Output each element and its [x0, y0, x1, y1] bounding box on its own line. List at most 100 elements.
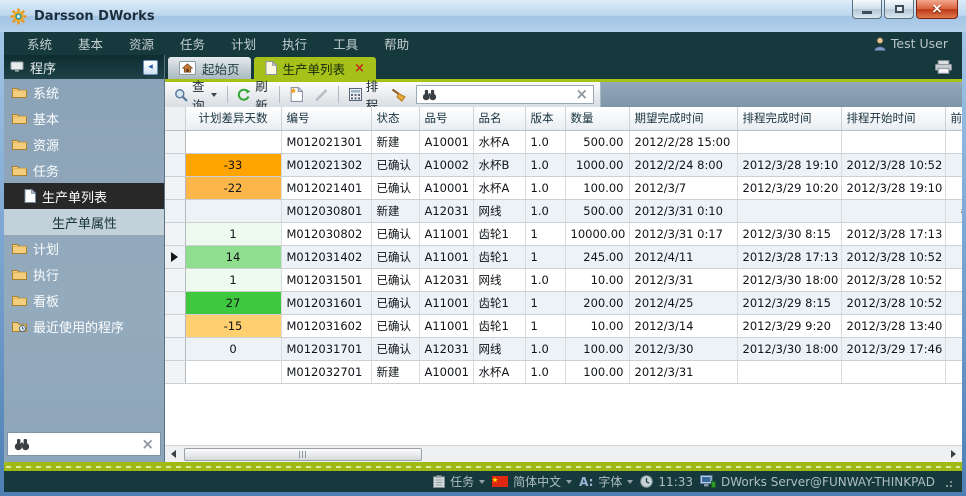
toolbar-search-box[interactable]: × [416, 85, 594, 104]
sidebar-item-6[interactable]: 生产单属性 [4, 209, 164, 235]
scrollbar-thumb[interactable] [184, 448, 422, 461]
cell-sched-end[interactable]: 2012/3/28 19:10 [737, 153, 841, 176]
scroll-left-button[interactable] [165, 446, 182, 462]
language-menu[interactable]: 简体中文 [492, 473, 572, 490]
sidebar-search-box[interactable]: × [7, 432, 161, 456]
cell-sched-end[interactable]: 2012/3/30 18:00 [737, 268, 841, 291]
cell-order-no[interactable]: M012031602 [281, 314, 371, 337]
cell-extra[interactable] [945, 360, 962, 383]
menu-item-4[interactable]: 任务 [167, 32, 218, 55]
cell-extra[interactable] [945, 268, 962, 291]
menu-item-3[interactable]: 资源 [116, 32, 167, 55]
cell-quantity[interactable]: 100.00 [565, 176, 629, 199]
cell-plan-diff-days[interactable] [185, 130, 281, 153]
cell-plan-diff-days[interactable]: 14 [185, 245, 281, 268]
cell-version[interactable]: 1 [525, 245, 565, 268]
cell-plan-diff-days[interactable]: -33 [185, 153, 281, 176]
sidebar-item-10[interactable]: 最近使用的程序 [4, 313, 164, 339]
menu-item-7[interactable]: 工具 [320, 32, 371, 55]
cell-extra[interactable] [945, 245, 962, 268]
column-header-2[interactable]: 编号 [281, 107, 371, 130]
cell-order-no[interactable]: M012031402 [281, 245, 371, 268]
minimize-button[interactable] [852, 0, 882, 19]
cell-item-no[interactable]: A12031 [419, 199, 473, 222]
cell-extra[interactable] [945, 130, 962, 153]
row-selector[interactable] [165, 360, 185, 383]
cell-plan-diff-days[interactable]: 27 [185, 291, 281, 314]
cell-item-no[interactable]: A12031 [419, 337, 473, 360]
menu-item-6[interactable]: 执行 [269, 32, 320, 55]
font-menu[interactable]: A: 字体 [579, 473, 633, 490]
cell-sched-end[interactable] [737, 130, 841, 153]
cell-sched-start[interactable]: 2012/3/29 17:46 [841, 337, 945, 360]
cell-status[interactable]: 已确认 [371, 153, 419, 176]
cell-sched-start[interactable]: 2012/3/28 17:13 [841, 222, 945, 245]
cell-version[interactable]: 1.0 [525, 337, 565, 360]
cell-item-name[interactable]: 网线 [473, 337, 525, 360]
cell-sched-start[interactable]: 2012/3/28 10:52 [841, 153, 945, 176]
cell-quantity[interactable]: 200.00 [565, 291, 629, 314]
cell-order-no[interactable]: M012021302 [281, 153, 371, 176]
cell-item-no[interactable]: A10002 [419, 153, 473, 176]
cell-item-name[interactable]: 齿轮1 [473, 222, 525, 245]
cell-sched-end[interactable]: 2012/3/29 8:15 [737, 291, 841, 314]
cell-due-time[interactable]: 2012/3/31 0:10 [629, 199, 737, 222]
menu-item-1[interactable]: 系统 [14, 32, 65, 55]
sidebar-item-5[interactable]: 生产单列表 [4, 183, 164, 209]
cell-plan-diff-days[interactable]: -22 [185, 176, 281, 199]
cell-sched-end[interactable]: 2012/3/28 17:13 [737, 245, 841, 268]
language-dropdown-icon[interactable] [566, 480, 572, 484]
cell-quantity[interactable]: 500.00 [565, 199, 629, 222]
cell-sched-end[interactable]: 2012/3/30 18:00 [737, 337, 841, 360]
sidebar-item-9[interactable]: 看板 [4, 287, 164, 313]
cell-sched-end[interactable]: 2012/3/30 8:15 [737, 222, 841, 245]
row-selector[interactable] [165, 337, 185, 360]
cell-plan-diff-days[interactable]: -15 [185, 314, 281, 337]
column-header-4[interactable]: 品号 [419, 107, 473, 130]
cell-plan-diff-days[interactable]: 1 [185, 268, 281, 291]
cell-order-no[interactable]: M012031601 [281, 291, 371, 314]
cell-version[interactable]: 1.0 [525, 153, 565, 176]
cell-version[interactable]: 1.0 [525, 176, 565, 199]
sidebar-item-2[interactable]: 基本 [4, 105, 164, 131]
row-selector[interactable] [165, 176, 185, 199]
column-header-5[interactable]: 品名 [473, 107, 525, 130]
cell-extra[interactable] [945, 153, 962, 176]
task-menu[interactable]: 任务 [433, 473, 485, 490]
resize-grip[interactable] [942, 477, 952, 487]
row-selector[interactable] [165, 314, 185, 337]
cell-sched-start[interactable]: 2012/3/28 19:10 [841, 176, 945, 199]
column-header-9[interactable]: 排程完成时间 [737, 107, 841, 130]
cell-due-time[interactable]: 2012/3/14 [629, 314, 737, 337]
cell-item-no[interactable]: A11001 [419, 291, 473, 314]
cell-status[interactable]: 新建 [371, 360, 419, 383]
column-header-11[interactable]: 前 [945, 107, 962, 130]
cell-due-time[interactable]: 2012/2/28 15:00 [629, 130, 737, 153]
cell-quantity[interactable]: 100.00 [565, 337, 629, 360]
cell-order-no[interactable]: M012021301 [281, 130, 371, 153]
cell-due-time[interactable]: 2012/3/31 0:17 [629, 222, 737, 245]
edit-button-disabled[interactable] [311, 87, 331, 103]
menu-item-5[interactable]: 计划 [218, 32, 269, 55]
column-header-6[interactable]: 版本 [525, 107, 565, 130]
cell-plan-diff-days[interactable] [185, 199, 281, 222]
cell-sched-start[interactable]: 2012/3/28 10:52 [841, 291, 945, 314]
row-selector[interactable] [165, 291, 185, 314]
cell-version[interactable]: 1 [525, 314, 565, 337]
cell-sched-start[interactable]: 2012/3/28 10:52 [841, 245, 945, 268]
cell-version[interactable]: 1.0 [525, 360, 565, 383]
row-selector-current[interactable] [165, 245, 185, 268]
cell-sched-start[interactable] [841, 199, 945, 222]
sidebar-item-1[interactable]: 系统 [4, 79, 164, 105]
sidebar-item-8[interactable]: 执行 [4, 261, 164, 287]
cell-item-no[interactable]: A11001 [419, 314, 473, 337]
cell-quantity[interactable]: 245.00 [565, 245, 629, 268]
cell-plan-diff-days[interactable]: 0 [185, 337, 281, 360]
cell-sched-start[interactable] [841, 130, 945, 153]
column-header-10[interactable]: 排程开始时间 [841, 107, 945, 130]
column-header-1[interactable]: 计划差异天数 [185, 107, 281, 130]
font-dropdown-icon[interactable] [627, 480, 633, 484]
cell-version[interactable]: 1.0 [525, 199, 565, 222]
cell-item-no[interactable]: A11001 [419, 222, 473, 245]
user-badge[interactable]: Test User [874, 36, 952, 51]
